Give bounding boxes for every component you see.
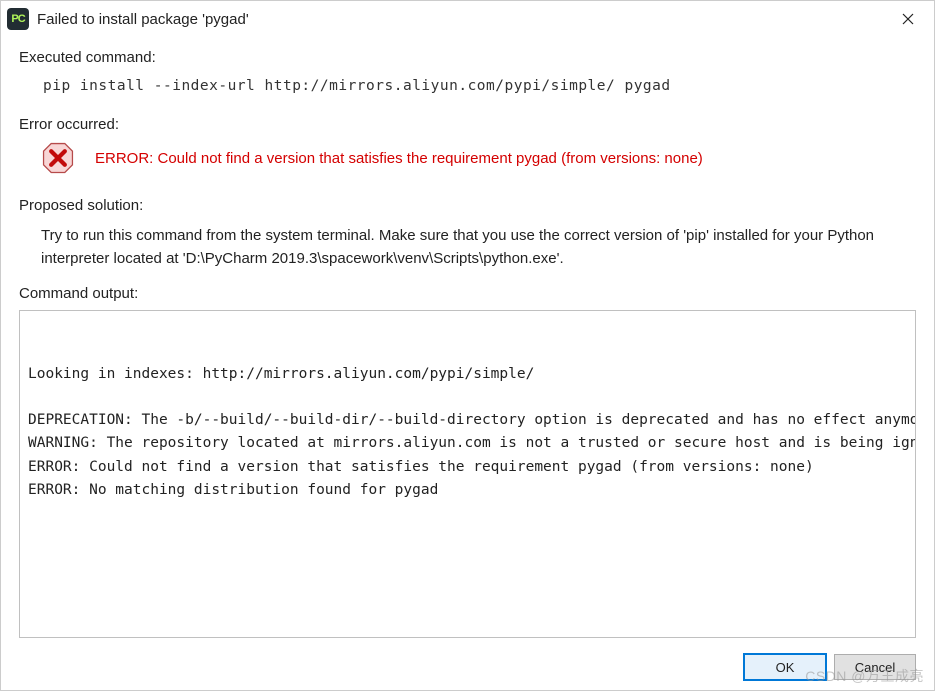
command-output-text: Looking in indexes: http://mirrors.aliyu…	[28, 363, 916, 502]
title-bar: PC Failed to install package 'pygad'	[1, 1, 934, 37]
window-title: Failed to install package 'pygad'	[37, 10, 886, 28]
error-occurred-label: Error occurred:	[19, 116, 916, 133]
ok-button[interactable]: OK	[744, 654, 826, 680]
executed-command-text: pip install --index-url http://mirrors.a…	[43, 78, 916, 94]
error-row: ERROR: Could not find a version that sat…	[41, 141, 916, 175]
dialog-content: Executed command: pip install --index-ur…	[1, 37, 934, 640]
command-output-label: Command output:	[19, 285, 916, 302]
error-icon	[41, 141, 75, 175]
executed-command-label: Executed command:	[19, 49, 916, 66]
pycharm-app-icon: PC	[7, 8, 29, 30]
button-row: OK Cancel	[1, 640, 934, 690]
dialog-window: PC Failed to install package 'pygad' Exe…	[0, 0, 935, 691]
close-button[interactable]	[886, 4, 930, 34]
close-icon	[902, 13, 914, 25]
error-message: ERROR: Could not find a version that sat…	[95, 150, 703, 167]
proposed-solution-text: Try to run this command from the system …	[41, 224, 916, 271]
command-output-box[interactable]: Looking in indexes: http://mirrors.aliyu…	[19, 310, 916, 638]
proposed-solution-label: Proposed solution:	[19, 197, 916, 214]
cancel-button[interactable]: Cancel	[834, 654, 916, 680]
